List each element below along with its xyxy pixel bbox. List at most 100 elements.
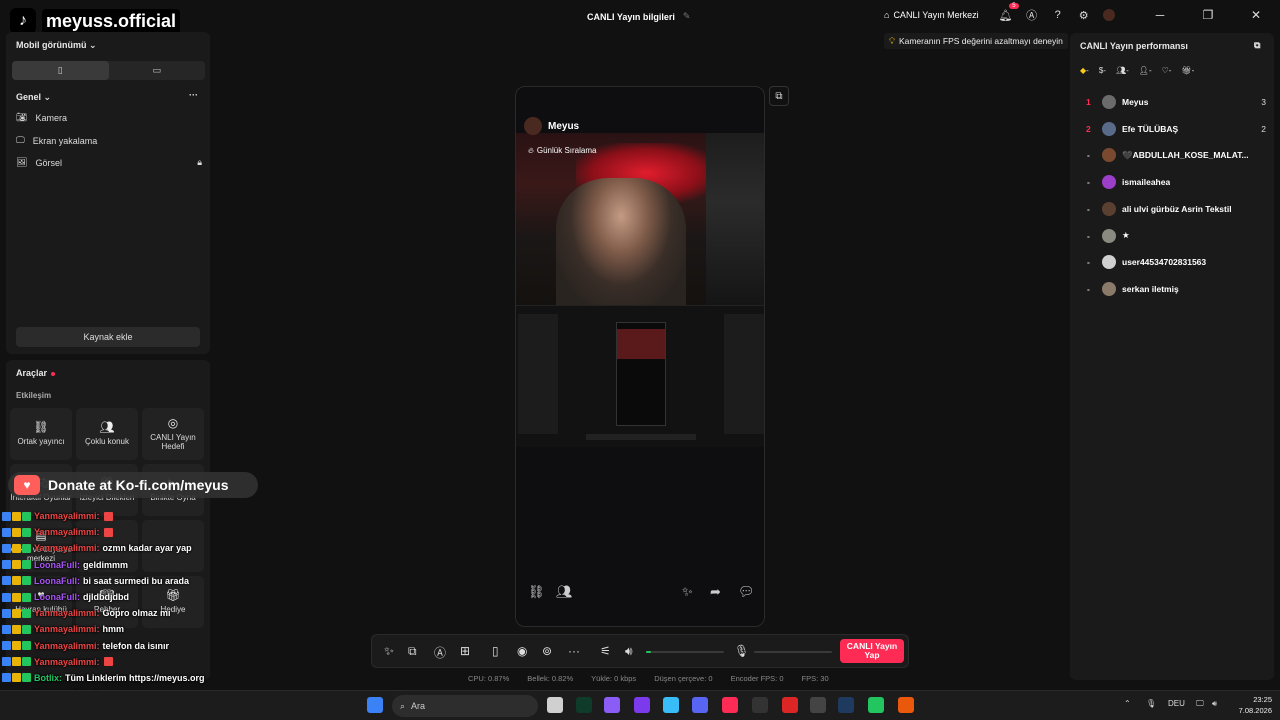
live-preview[interactable]: Meyus 🔥︎ Günlük Sıralama ⛓ 👥︎ ✨︎ ➦ 💬︎: [515, 86, 765, 627]
tiktok-live-icon[interactable]: [722, 697, 738, 713]
viewer-avatar: [1102, 228, 1116, 243]
language-indicator[interactable]: DEU: [1168, 699, 1185, 708]
minimize-icon[interactable]: ─: [1136, 8, 1184, 22]
general-dropdown[interactable]: Genel ⌄: [16, 92, 51, 103]
tool-multi-guest[interactable]: 👥︎ Çoklu konuk: [76, 408, 138, 460]
mixer-icon[interactable]: ⚟: [600, 644, 611, 658]
minecraft-icon[interactable]: [868, 697, 884, 713]
source-screen-capture[interactable]: 🖵︎ Ekran yakalama: [16, 135, 202, 146]
enhance-icon[interactable]: ⧉: [408, 644, 417, 659]
share-icon[interactable]: ➦: [710, 584, 721, 600]
viewer-row[interactable]: 1 Meyus 3: [1086, 94, 1266, 110]
gift-icon: 🎁︎: [1181, 66, 1192, 75]
camera-switch-icon[interactable]: ⊚: [542, 644, 552, 658]
live-center-button[interactable]: ⌂ CANLI Yayın Merkezi: [884, 10, 979, 20]
diamond-filter[interactable]: ◆-: [1080, 66, 1089, 75]
more-icon[interactable]: ···: [568, 644, 580, 658]
gifts-filter[interactable]: 🎁︎-: [1181, 66, 1194, 75]
effects-icon[interactable]: ✨︎: [384, 644, 394, 659]
mini-control-bar: [586, 434, 696, 440]
viewer-row[interactable]: - user44534702831563: [1086, 254, 1266, 270]
maximize-icon[interactable]: ❐: [1184, 8, 1232, 22]
source-camera[interactable]: 📷︎ Kamera: [16, 112, 202, 123]
taskbar-search[interactable]: ⌕ Ara: [392, 695, 538, 717]
magic-wand-icon[interactable]: ✨︎: [682, 584, 693, 600]
chat-badge-icon: [2, 673, 11, 683]
add-source-button[interactable]: Kaynak ekle: [16, 327, 200, 347]
portrait-option[interactable]: ▯: [12, 61, 109, 80]
mobile-view-dropdown[interactable]: Mobil görünümü ⌄: [16, 40, 97, 51]
profile-avatar[interactable]: [1102, 9, 1115, 21]
epic-games-icon[interactable]: [810, 697, 826, 713]
discord-icon[interactable]: [692, 697, 708, 713]
app-icon-3[interactable]: [634, 697, 650, 713]
mic-slider[interactable]: [754, 651, 832, 653]
app-icon-1[interactable]: [576, 697, 592, 713]
ai-icon[interactable]: Ⓐ: [1025, 8, 1039, 22]
add-source-icon[interactable]: ⊞: [460, 644, 470, 658]
cpu-stat: CPU: 0.87%: [468, 674, 510, 683]
edit-icon[interactable]: ✎: [683, 11, 691, 22]
viewer-avatar: [1102, 121, 1116, 136]
viewer-row[interactable]: - ★: [1086, 228, 1266, 244]
memory-stat: Bellek: 0.82%: [527, 674, 574, 683]
viewer-row[interactable]: - 🖤ABDULLAH_KOSE_MALAT...: [1086, 147, 1266, 163]
speaker-icon[interactable]: 🔊︎: [625, 644, 633, 659]
viewer-avatar: [1102, 95, 1116, 109]
close-icon[interactable]: ✕: [1232, 8, 1280, 22]
coin-filter[interactable]: $-: [1099, 66, 1106, 75]
popout-icon[interactable]: ⧉: [1254, 40, 1260, 51]
tools-title-label: Araçlar: [16, 368, 48, 378]
go-live-button[interactable]: CANLI Yayın Yap: [840, 639, 904, 663]
chevron-down-icon: ⌄: [89, 40, 97, 50]
daily-ranking-chip[interactable]: 🔥︎ Günlük Sıralama: [528, 146, 596, 156]
ai-icon[interactable]: Ⓐ: [434, 644, 446, 661]
chat-text: Tüm Linklerim https://meyus.org: [65, 672, 205, 683]
lightbulb-icon: 💡︎: [889, 35, 895, 46]
volume-icon[interactable]: 🔊︎: [1212, 699, 1217, 709]
landscape-option[interactable]: ▭: [109, 61, 206, 80]
tool-co-host[interactable]: ⛓ Ortak yayıncı: [10, 408, 72, 460]
viewer-row[interactable]: 2 Efe TÜLÜBAŞ 2: [1086, 121, 1266, 137]
task-view-icon[interactable]: [547, 697, 563, 713]
volume-slider[interactable]: [646, 651, 724, 653]
phone-icon[interactable]: ▯: [492, 644, 499, 658]
viewer-rank: -: [1087, 150, 1090, 161]
viewer-row[interactable]: - ali ulvi gürbüz Asrin Tekstil: [1086, 201, 1266, 217]
settings-gear-icon[interactable]: ⚙: [1077, 8, 1091, 22]
network-icon[interactable]: 🖵︎: [1196, 699, 1204, 709]
donate-text: Donate at Ko-fi.com/meyus: [48, 477, 229, 493]
chat-username: Yanmayalimmi:: [34, 608, 100, 619]
brave-icon[interactable]: [898, 697, 914, 713]
more-options-icon[interactable]: ···: [189, 90, 198, 100]
tip-text: Kameranın FPS değerini azaltmayı deneyin: [898, 36, 1063, 46]
chevron-down-icon: ⌄: [43, 92, 52, 102]
steam-icon[interactable]: [838, 697, 854, 713]
guest-icon[interactable]: 👥︎: [556, 584, 573, 600]
record-icon[interactable]: ◉: [517, 644, 527, 658]
obs-icon[interactable]: [752, 697, 768, 713]
viewer-row[interactable]: - serkan iletmiş: [1086, 281, 1266, 297]
preview-settings-icon[interactable]: ⧉: [769, 86, 789, 106]
comment-icon[interactable]: 💬︎: [738, 584, 755, 600]
tray-chevron-icon[interactable]: ⌃: [1124, 699, 1131, 708]
window-title[interactable]: CANLI Yayın bilgileri ✎: [587, 11, 690, 22]
likes-filter[interactable]: ♡-: [1162, 66, 1172, 75]
tray-mic-icon[interactable]: 🎙︎: [1146, 699, 1156, 708]
app-icon-5[interactable]: [782, 697, 798, 713]
app-icon-4[interactable]: [663, 697, 679, 713]
system-clock[interactable]: 23:25 7.08.2026: [1232, 695, 1272, 716]
viewers-filter[interactable]: 👥︎-: [1116, 66, 1129, 75]
viewer-row[interactable]: - ismaileahea: [1086, 174, 1266, 190]
app-icon-2[interactable]: [604, 697, 620, 713]
windows-start-icon[interactable]: [367, 697, 383, 713]
link-icon[interactable]: ⛓: [528, 584, 545, 600]
followers-filter[interactable]: 👤︎-: [1139, 66, 1152, 75]
microphone-icon[interactable]: 🎙︎: [734, 644, 749, 658]
tool-live-goal[interactable]: ◎ CANLI Yayın Hedefi: [142, 408, 204, 460]
notification-bell-icon[interactable]: 🔔︎ 5: [999, 3, 1019, 22]
lock-icon[interactable]: 🔒︎: [197, 157, 202, 168]
chat-message: LoonaFull: bi saat surmedi bu arada: [2, 573, 262, 589]
source-image[interactable]: 🖼︎ Görsel 🔒︎: [16, 157, 202, 168]
help-icon[interactable]: ?: [1051, 8, 1065, 22]
